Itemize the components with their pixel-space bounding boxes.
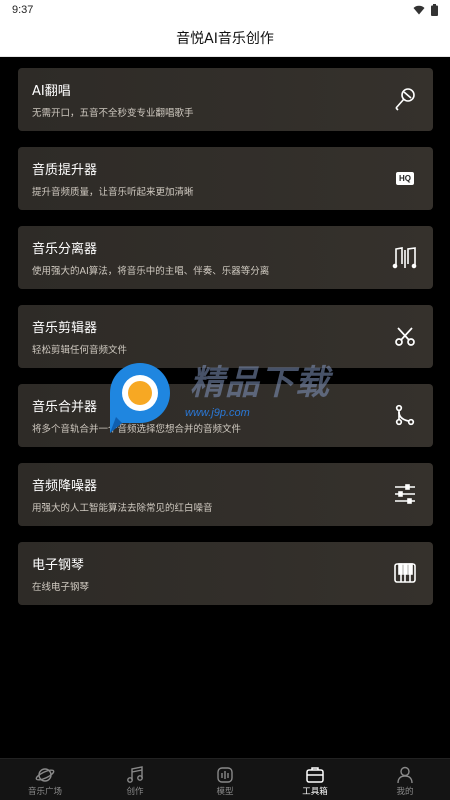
tool-card-ai-cover[interactable]: AI翻唱 无需开口，五音不全秒变专业翻唱歌手 — [18, 68, 433, 131]
tool-desc: 提升音频质量，让音乐听起来更加清晰 — [32, 187, 194, 198]
status-bar: 9:37 — [0, 0, 450, 22]
tool-card-editor[interactable]: 音乐剪辑器 轻松剪辑任何音频文件 — [18, 305, 433, 368]
sliders-icon — [391, 480, 419, 508]
tab-create[interactable]: 创作 — [90, 759, 180, 800]
toolbox-icon — [306, 767, 324, 783]
tab-label: 音乐广场 — [27, 787, 62, 797]
page-title: 音悦AI音乐创作 — [0, 22, 450, 57]
tool-title: AI翻唱 — [32, 84, 71, 99]
tool-card-denoiser[interactable]: 音频降噪器 用强大的人工智能算法去除常见的红白噪音 — [18, 463, 433, 526]
tab-label: 工具箱 — [302, 787, 328, 797]
tab-mine[interactable]: 我的 — [360, 759, 450, 800]
tool-card-separator[interactable]: 音乐分离器 使用强大的AI算法，将音乐中的主唱、伴奏、乐器等分离 — [18, 226, 433, 289]
battery-icon — [431, 4, 438, 16]
status-icons — [413, 4, 438, 16]
tab-music-square[interactable]: 音乐广场 — [0, 759, 90, 800]
status-time: 9:37 — [12, 4, 34, 16]
tool-title: 音乐剪辑器 — [32, 321, 98, 336]
tab-label: 模型 — [216, 787, 234, 797]
person-icon — [397, 766, 413, 784]
tab-toolbox[interactable]: 工具箱 — [270, 759, 360, 800]
merge-icon — [391, 401, 419, 429]
tool-desc: 用强大的人工智能算法去除常见的红白噪音 — [32, 503, 213, 514]
tool-desc: 将多个音轨合并一个音频选择您想合并的音频文件 — [32, 424, 242, 435]
tool-desc: 轻松剪辑任何音频文件 — [32, 345, 128, 356]
tool-desc: 在线电子钢琴 — [32, 582, 90, 593]
tool-desc: 无需开口，五音不全秒变专业翻唱歌手 — [32, 108, 194, 119]
tab-model[interactable]: 模型 — [180, 759, 270, 800]
scissors-icon — [391, 322, 419, 350]
tool-card-piano[interactable]: 电子钢琴 在线电子钢琴 — [18, 542, 433, 605]
tab-label: 我的 — [396, 787, 414, 797]
tool-title: 电子钢琴 — [32, 558, 85, 573]
music-note-icon — [127, 766, 143, 783]
music-split-icon — [391, 243, 419, 271]
tool-list: AI翻唱 无需开口，五音不全秒变专业翻唱歌手 音质提升器 提升音频质量，让音乐听… — [18, 68, 433, 621]
tool-card-quality[interactable]: 音质提升器 提升音频质量，让音乐听起来更加清晰 HQ — [18, 147, 433, 210]
tool-title: 音乐合并器 — [32, 400, 98, 415]
piano-icon — [391, 559, 419, 587]
bottom-tab-bar: 音乐广场 创作 模型 工具箱 我的 — [0, 758, 450, 800]
tab-label: 创作 — [126, 787, 144, 797]
hq-label: HQ — [396, 171, 414, 185]
tool-card-merger[interactable]: 音乐合并器 将多个音轨合并一个音频选择您想合并的音频文件 — [18, 384, 433, 447]
planet-icon — [35, 768, 55, 782]
tool-desc: 使用强大的AI算法，将音乐中的主唱、伴奏、乐器等分离 — [32, 266, 270, 277]
model-icon — [217, 767, 233, 783]
tool-title: 音频降噪器 — [32, 479, 98, 494]
hq-icon: HQ — [391, 164, 419, 192]
microphone-icon — [391, 85, 419, 113]
tool-title: 音质提升器 — [32, 163, 98, 178]
wifi-icon — [413, 5, 425, 15]
tool-title: 音乐分离器 — [32, 242, 98, 257]
